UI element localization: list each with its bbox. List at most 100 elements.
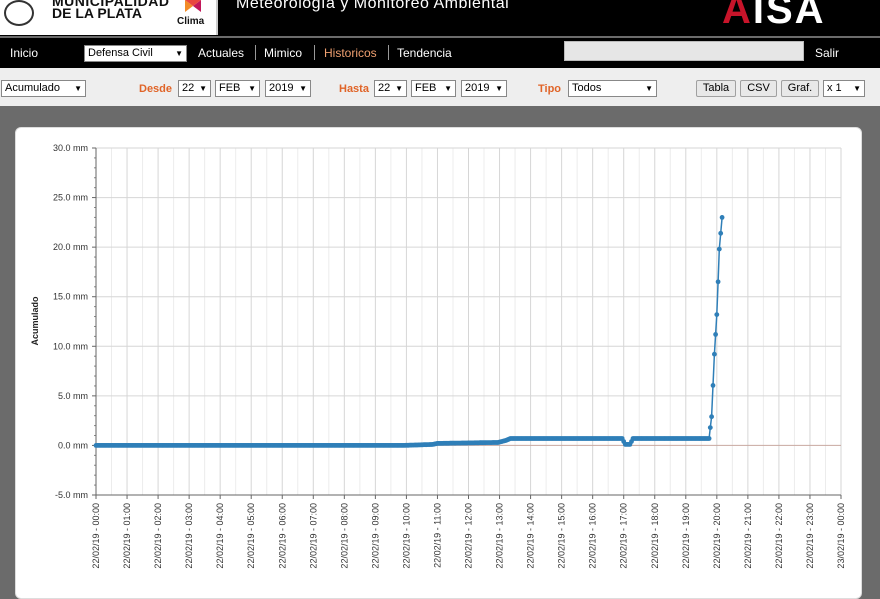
chevron-down-icon: ▼ <box>248 84 256 93</box>
series-point <box>719 215 725 220</box>
y-tick-label: 25.0 mm <box>53 193 88 203</box>
series-point <box>716 246 722 252</box>
y-axis-label: Acumulado <box>30 296 40 346</box>
series-point <box>713 332 718 337</box>
graf-button[interactable]: Graf. <box>781 80 819 97</box>
x-tick-label: 22/02/19 - 13:00 <box>495 503 505 569</box>
y-tick-label: 15.0 mm <box>53 292 88 302</box>
desde-month-value: FEB <box>219 82 241 94</box>
tabla-button[interactable]: Tabla <box>696 80 736 97</box>
series-point <box>715 279 721 285</box>
series-line <box>96 217 723 447</box>
x-tick-label: 22/02/19 - 01:00 <box>122 503 132 569</box>
x-tick-label: 22/02/19 - 16:00 <box>588 503 598 569</box>
series-point <box>706 436 712 441</box>
chevron-down-icon: ▼ <box>645 84 653 93</box>
chevron-down-icon: ▼ <box>299 84 307 93</box>
hasta-day-value: 22 <box>378 82 391 94</box>
csv-button[interactable]: CSV <box>740 80 777 97</box>
y-tick-label: 30.0 mm <box>53 143 88 153</box>
series-point <box>714 312 720 317</box>
x-tick-label: 23/02/19 - 00:00 <box>836 503 846 569</box>
desde-day-select[interactable]: 22 ▼ <box>178 80 211 97</box>
hasta-year-value: 2019 <box>465 82 490 94</box>
x-tick-label: 22/02/19 - 07:00 <box>308 503 318 569</box>
chart-card: 30.0 mm 25.0 mm 20.0 mm 15.0 mm 10.0 mm 5.0 m… <box>15 127 862 599</box>
header-title: Meteorología y Monitoreo Ambiental <box>236 0 510 12</box>
desde-label: Desde <box>139 83 173 95</box>
x-tick-label: 22/02/19 - 12:00 <box>464 503 474 569</box>
clima-badge-text: Clima <box>177 16 205 27</box>
series-point <box>709 414 714 420</box>
nav-divider <box>255 45 256 60</box>
tipo-select[interactable]: Todos ▼ <box>568 80 657 97</box>
logo-line2: DE LA PLATA <box>52 5 142 21</box>
x-tick-label: 22/02/19 - 22:00 <box>774 503 784 569</box>
x-tick-label: 22/02/19 - 14:00 <box>526 503 536 569</box>
desde-year-select[interactable]: 2019 ▼ <box>265 80 311 97</box>
desde-day-value: 22 <box>182 82 195 94</box>
clima-heart-icon <box>185 0 201 12</box>
hasta-month-select[interactable]: FEB ▼ <box>411 80 456 97</box>
nav-mimico[interactable]: Mimico <box>264 46 302 60</box>
x-tick-label: 22/02/19 - 11:00 <box>432 503 442 568</box>
chevron-down-icon: ▼ <box>853 84 861 93</box>
chevron-down-icon: ▼ <box>395 84 403 93</box>
series-point <box>718 230 724 236</box>
y-tick-label: 10.0 mm <box>53 341 88 351</box>
series-point <box>712 351 717 357</box>
x-tick-label: 22/02/19 - 10:00 <box>401 503 411 569</box>
tipo-label: Tipo <box>538 83 562 95</box>
x-tick-label: 22/02/19 - 05:00 <box>246 503 256 569</box>
nav-salir[interactable]: Salir <box>815 46 839 60</box>
chevron-down-icon: ▼ <box>495 84 503 93</box>
hasta-month-value: FEB <box>415 82 437 94</box>
chevron-down-icon: ▼ <box>74 84 82 93</box>
nav-tendencia[interactable]: Tendencia <box>397 46 452 60</box>
hasta-label: Hasta <box>339 83 369 95</box>
desde-month-select[interactable]: FEB ▼ <box>215 80 260 97</box>
multiplier-select[interactable]: x 1 ▼ <box>823 80 865 97</box>
y-tick-label: 5.0 mm <box>58 391 88 401</box>
accumulated-rain-chart[interactable]: 30.0 mm 25.0 mm 20.0 mm 15.0 mm 10.0 mm 5.0 m… <box>16 128 861 588</box>
station-select[interactable]: Defensa Civil ▼ <box>84 45 187 62</box>
series-point <box>710 383 716 388</box>
tipo-select-value: Todos <box>572 82 602 94</box>
nav-actuales[interactable]: Actuales <box>198 46 244 60</box>
chevron-down-icon: ▼ <box>444 84 452 93</box>
municipal-logo[interactable]: MUNICIPALIDAD DE LA PLATA Clima <box>0 0 218 35</box>
brand-letters-rest: ISA <box>752 0 826 32</box>
x-tick-label: 22/02/19 - 09:00 <box>370 503 380 569</box>
y-tick-label: 0.0 mm <box>58 440 88 450</box>
y-tick-label: 20.0 mm <box>53 242 88 252</box>
filter-bar: Acumulado ▼ Desde 22 ▼ FEB ▼ 2019 ▼ Hasta 22… <box>0 68 880 106</box>
mode-select-value: Acumulado <box>5 82 61 94</box>
series-point <box>707 425 713 430</box>
nav-divider <box>314 45 315 60</box>
aisa-brand-logo: AISA <box>722 0 826 33</box>
municipal-seal-icon <box>4 0 34 26</box>
chevron-down-icon: ▼ <box>175 49 183 58</box>
brand-letter-a: A <box>722 0 753 32</box>
mode-select[interactable]: Acumulado ▼ <box>1 80 86 97</box>
multiplier-value: x 1 <box>827 82 842 94</box>
x-tick-label: 22/02/19 - 04:00 <box>215 503 225 569</box>
x-tick-label: 22/02/19 - 08:00 <box>339 503 349 569</box>
x-tick-label: 22/02/19 - 21:00 <box>743 503 753 569</box>
x-tick-label: 22/02/19 - 15:00 <box>557 503 567 569</box>
desde-year-value: 2019 <box>269 82 294 94</box>
x-tick-label: 22/02/19 - 17:00 <box>619 503 629 569</box>
hasta-day-select[interactable]: 22 ▼ <box>374 80 407 97</box>
nav-historicos[interactable]: Historicos <box>324 46 377 60</box>
y-tick-label: -5.0 mm <box>55 490 88 500</box>
x-tick-label: 22/02/19 - 00:00 <box>91 503 101 569</box>
x-tick-label: 22/02/19 - 20:00 <box>712 503 722 569</box>
nav-inicio[interactable]: Inicio <box>10 46 38 60</box>
x-tick-label: 22/02/19 - 23:00 <box>805 503 815 569</box>
chevron-down-icon: ▼ <box>199 84 207 93</box>
nav-search-input[interactable] <box>564 41 804 61</box>
hasta-year-select[interactable]: 2019 ▼ <box>461 80 507 97</box>
x-tick-label: 22/02/19 - 19:00 <box>681 503 691 569</box>
app-header: MUNICIPALIDAD DE LA PLATA Clima Meteorol… <box>0 0 880 36</box>
x-tick-label: 22/02/19 - 03:00 <box>184 503 194 569</box>
